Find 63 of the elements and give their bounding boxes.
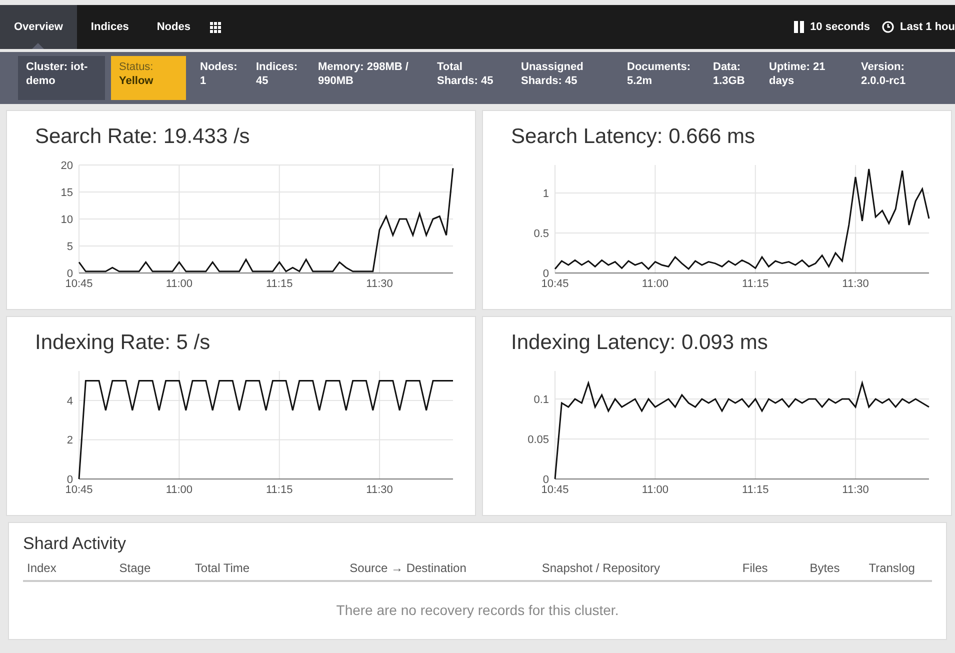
column-header: Stage <box>119 560 151 574</box>
chart-title: Search Latency: 0.666 ms <box>511 124 756 150</box>
axis-tick-label: 10:45 <box>65 484 93 496</box>
axis-tick-label: 11:15 <box>266 484 293 496</box>
axis-tick-label: 1 <box>542 188 549 200</box>
axis-tick-label: 10:45 <box>541 484 569 496</box>
axis-tick-label: 11:30 <box>366 484 393 496</box>
axis-tick-label: 10:45 <box>541 278 569 290</box>
axis-tick-label: 11:15 <box>742 484 769 496</box>
axis-tick-label: 11:30 <box>842 278 869 290</box>
axis-tick-label: 4 <box>66 394 73 407</box>
column-header: Files <box>742 560 768 574</box>
column-header: Total Time <box>194 560 250 574</box>
axis-tick-label: 11:15 <box>266 278 293 290</box>
cluster-stat: Total Shards: 45 <box>436 60 494 89</box>
time-range[interactable]: Last 1 hou <box>900 18 955 36</box>
panel-title: Shard Activity <box>23 533 127 555</box>
cluster-stat: Uptime: 21 days <box>768 60 826 89</box>
column-header: Translog <box>868 560 915 574</box>
chart-title: Indexing Rate: 5 /s <box>35 330 212 356</box>
axis-tick-label: 5 <box>66 240 73 252</box>
axis-tick-label: 0 <box>66 474 73 486</box>
axis-tick-label: 0.1 <box>534 394 549 406</box>
cluster-stat: Version: 2.0.0-rc1 <box>860 60 907 89</box>
nav-tab[interactable]: Indices <box>76 5 143 49</box>
axis-tick-label: 11:30 <box>842 484 869 496</box>
axis-tick-label: 0.05 <box>528 434 549 446</box>
chart-title: Indexing Latency: 0.093 ms <box>511 330 769 356</box>
axis-tick-label: 0 <box>66 268 73 280</box>
axis-tick-label: 20 <box>60 160 73 172</box>
nav-tab[interactable]: Nodes <box>142 5 204 49</box>
nav-tab[interactable]: Overview <box>0 5 77 49</box>
axis-tick-label: 10:45 <box>65 278 93 290</box>
grid-icon[interactable] <box>210 22 222 32</box>
axis-tick-label: 11:00 <box>642 278 669 290</box>
status-indicator: Status: Yellow <box>111 56 186 100</box>
axis-tick-label: 10 <box>60 214 73 226</box>
axis-tick-label: 2 <box>66 434 73 446</box>
axis-tick-label: 15 <box>60 186 73 198</box>
cluster-stat: Indices: 45 <box>255 60 299 89</box>
axis-tick-label: 0 <box>542 268 549 280</box>
column-header: Index <box>27 560 56 574</box>
pause-icon[interactable] <box>794 21 804 33</box>
refresh-interval[interactable]: 10 seconds <box>810 18 870 36</box>
empty-message: There are no recovery records for this cluster. <box>336 602 619 618</box>
axis-tick-label: 11:00 <box>642 484 669 496</box>
cluster-name: Cluster: iot-demo <box>18 56 105 100</box>
column-header: Bytes <box>810 560 840 574</box>
axis-tick-label: 0.5 <box>534 228 549 240</box>
axis-tick-label: 0 <box>542 474 549 486</box>
cluster-stat: Data: 1.3GB <box>712 60 746 89</box>
axis-tick-label: 11:00 <box>166 278 193 290</box>
cluster-stat: Unassigned Shards: 45 <box>520 60 584 89</box>
column-header: Source → Destination <box>350 560 466 574</box>
clock-icon[interactable] <box>882 21 894 33</box>
chart-title: Search Rate: 19.433 /s <box>35 124 251 150</box>
axis-tick-label: 11:15 <box>742 278 769 290</box>
column-header: Snapshot / Repository <box>542 560 660 574</box>
cluster-stat: Nodes: 1 <box>199 60 238 89</box>
cluster-stat: Documents: 5.2m <box>626 60 692 89</box>
axis-tick-label: 11:30 <box>366 278 393 290</box>
axis-tick-label: 11:00 <box>166 484 193 496</box>
cluster-stat: Memory: 298MB / 990MB <box>317 60 410 89</box>
